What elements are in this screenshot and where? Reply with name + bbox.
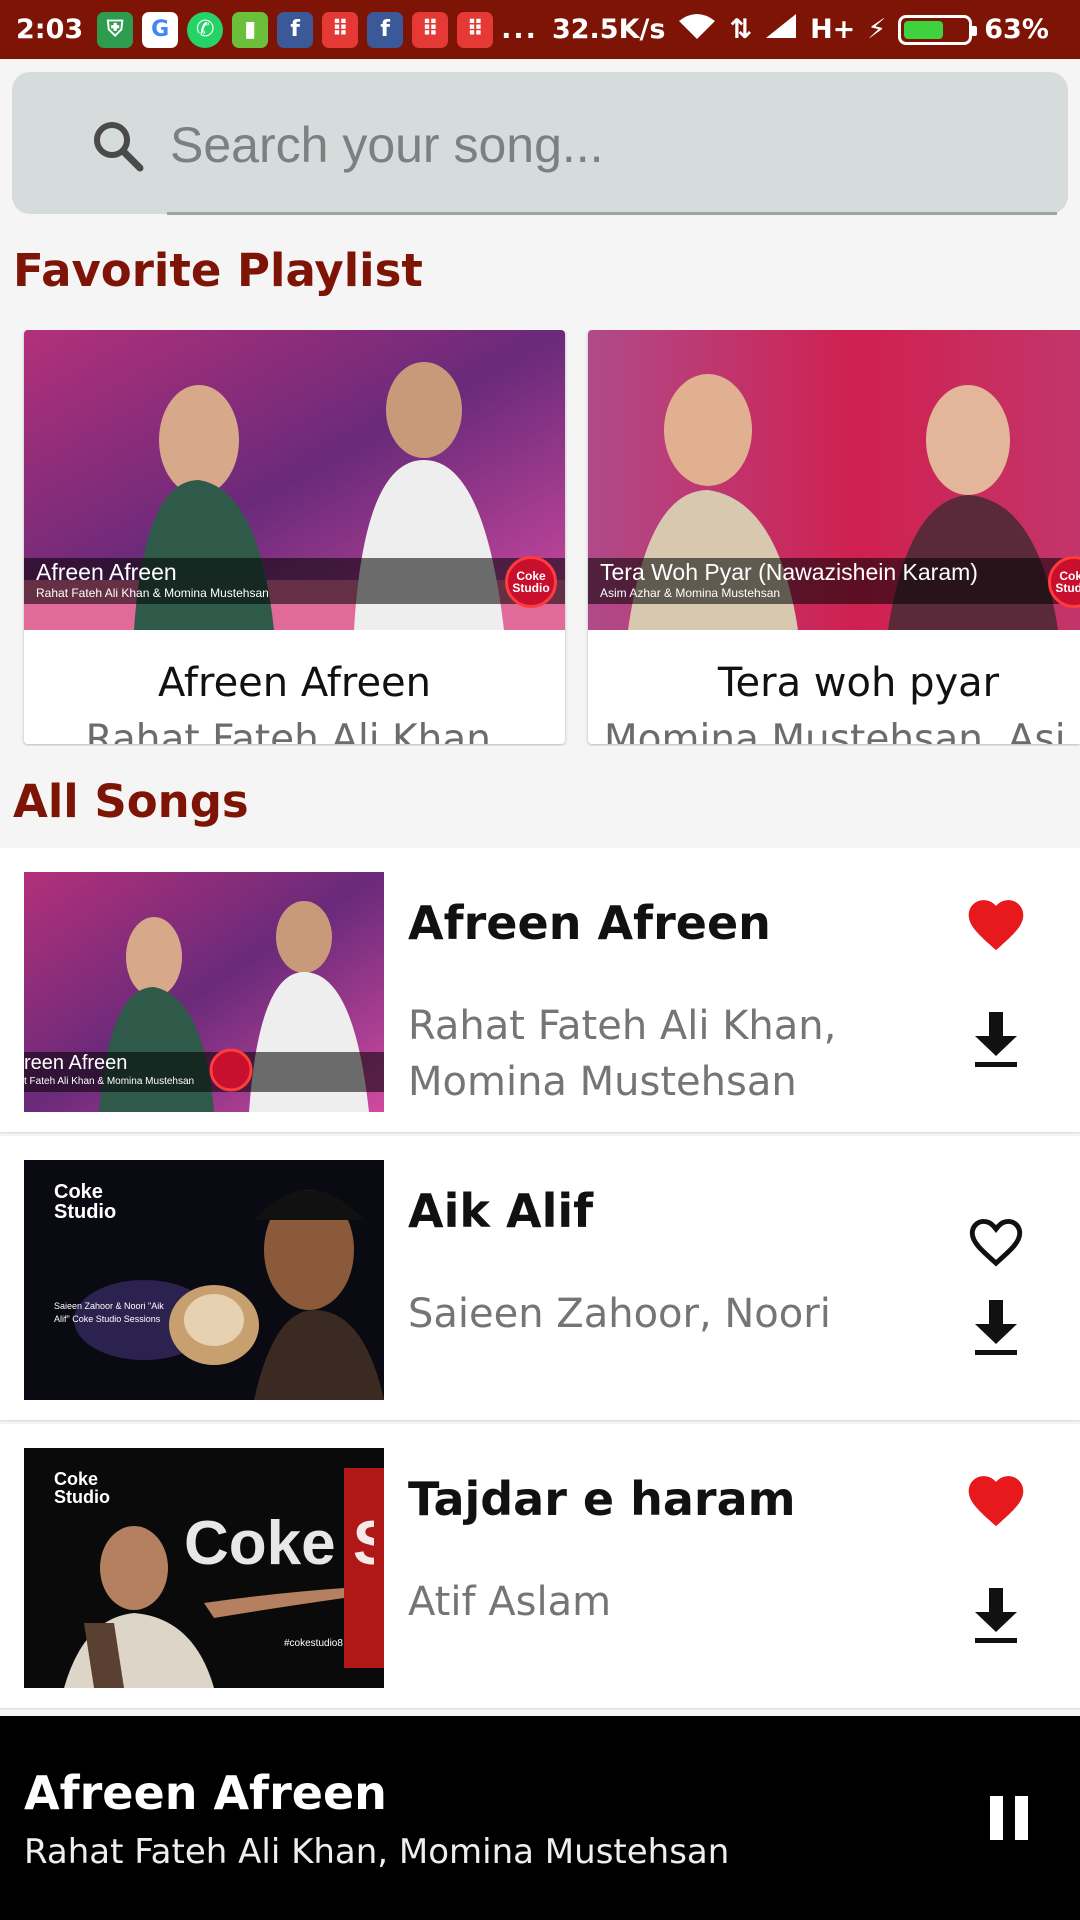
now-playing-artist: Rahat Fateh Ali Khan, Momina Mustehsan (24, 1832, 730, 1872)
battery-percent: 63% (984, 14, 1049, 45)
now-playing-bar[interactable]: Afreen Afreen Rahat Fateh Ali Khan, Momi… (0, 1716, 1080, 1920)
grid-app-icon: ⠿ (412, 11, 449, 48)
search-bar[interactable] (12, 72, 1068, 215)
favorite-card-artist: Rahat Fateh Ali Khan, (85, 717, 504, 744)
song-list-item[interactable]: reen Afreen t Fateh Ali Khan & Momina Mu… (0, 848, 1080, 1132)
search-underline (167, 212, 1057, 215)
wifi-icon (677, 11, 717, 48)
song-artist: Saieen Zahoor, Noori (408, 1291, 831, 1337)
grid-app-icon: ⠿ (322, 11, 359, 48)
overlay-subtitle: Rahat Fateh Ali Khan & Momina Mustehsan (36, 586, 269, 600)
download-icon[interactable] (971, 1300, 1021, 1356)
coke-studio-logo: Coke Studio (505, 556, 557, 608)
song-thumbnail: reen Afreen t Fateh Ali Khan & Momina Mu… (24, 872, 384, 1112)
download-icon[interactable] (971, 1012, 1021, 1068)
google-icon: G (142, 11, 179, 48)
favorite-playlist-carousel[interactable]: Afreen Afreen Rahat Fateh Ali Khan & Mom… (0, 330, 1080, 746)
more-notifications: ... (501, 14, 538, 45)
song-artist: Atif Aslam (408, 1579, 612, 1625)
whatsapp-icon: ✆ (187, 11, 224, 48)
charging-icon: ⚡ (867, 14, 887, 45)
net-speed: 32.5K/s (551, 14, 666, 45)
favorite-card-overlay: Tera Woh Pyar (Nawazishein Karam) Asim A… (588, 558, 1080, 604)
overlay-title: Tera Woh Pyar (Nawazishein Karam) (600, 559, 978, 585)
overlay-title: Afreen Afreen (36, 559, 177, 585)
overlay-subtitle: Asim Azhar & Momina Mustehsan (600, 586, 781, 600)
all-songs-heading: All Songs (13, 775, 249, 828)
heart-outline-icon[interactable] (963, 1210, 1029, 1270)
favorite-card-title: Tera woh pyar (717, 660, 1000, 706)
favorite-card-overlay: Afreen Afreen Rahat Fateh Ali Khan & Mom… (24, 558, 565, 604)
thumbnail-hashtag: #cokestudio8 (284, 1638, 343, 1649)
shield-icon: ⛨ (97, 11, 134, 48)
facebook-icon: f (277, 11, 314, 48)
song-thumbnail: Coke Studio Saieen Zahoor & Noori "Aik A… (24, 1160, 384, 1400)
favorite-card[interactable]: Tera Woh Pyar (Nawazishein Karam) Asim A… (588, 330, 1080, 744)
thumbnail-caption: Saieen Zahoor & Noori "Aik Alif" Coke St… (54, 1301, 164, 1324)
coke-studio-logo: Coke Studio (54, 1469, 110, 1507)
now-playing-title: Afreen Afreen (24, 1766, 387, 1820)
heart-filled-icon[interactable] (963, 1468, 1029, 1528)
sim-icon: ▮ (232, 11, 269, 48)
facebook-icon: f (367, 11, 404, 48)
status-time: 2:03 (16, 14, 84, 45)
song-title: Afreen Afreen (408, 896, 771, 950)
pause-button[interactable] (990, 1796, 1028, 1840)
favorite-card-title: Afreen Afreen (157, 660, 432, 706)
search-input[interactable] (168, 108, 1058, 182)
coke-studio-watermark: Coke Studio (184, 1509, 374, 1578)
grid-app-icon: ⠿ (457, 11, 494, 48)
song-title: Aik Alif (408, 1184, 594, 1238)
favorite-card-artist: Momina Mustehsan, Asi (604, 717, 1066, 744)
network-type: H+ (810, 14, 856, 45)
data-transfer-icon: ⇅ (729, 14, 753, 45)
heart-filled-icon[interactable] (963, 892, 1029, 952)
download-icon[interactable] (971, 1588, 1021, 1644)
status-bar: 2:03 ⛨ G ✆ ▮ f ⠿ f ⠿ ⠿ ... 32.5K/s ⇅ H+ … (0, 0, 1080, 59)
thumbnail-subcaption: t Fateh Ali Khan & Momina Mustehsan (24, 1076, 195, 1087)
battery-icon (898, 14, 978, 45)
song-list-item[interactable]: Coke Studio Coke Studio #cokestudio8 Taj… (0, 1424, 1080, 1708)
favorite-card[interactable]: Afreen Afreen Rahat Fateh Ali Khan & Mom… (24, 330, 565, 744)
song-list-item[interactable]: Coke Studio Saieen Zahoor & Noori "Aik A… (0, 1136, 1080, 1420)
thumbnail-caption: reen Afreen (24, 1052, 128, 1074)
coke-studio-logo: Coke Studio (54, 1181, 117, 1223)
song-artist: Rahat Fateh Ali Khan, Momina Mustehsan (408, 1003, 837, 1105)
notification-icons: ⛨ G ✆ ▮ f ⠿ f ⠿ ⠿ (97, 11, 494, 48)
song-thumbnail: Coke Studio Coke Studio #cokestudio8 (24, 1448, 384, 1688)
signal-icon (764, 12, 798, 47)
favorite-playlist-heading: Favorite Playlist (13, 244, 423, 297)
search-icon[interactable] (90, 118, 144, 172)
song-title: Tajdar e haram (408, 1472, 796, 1526)
